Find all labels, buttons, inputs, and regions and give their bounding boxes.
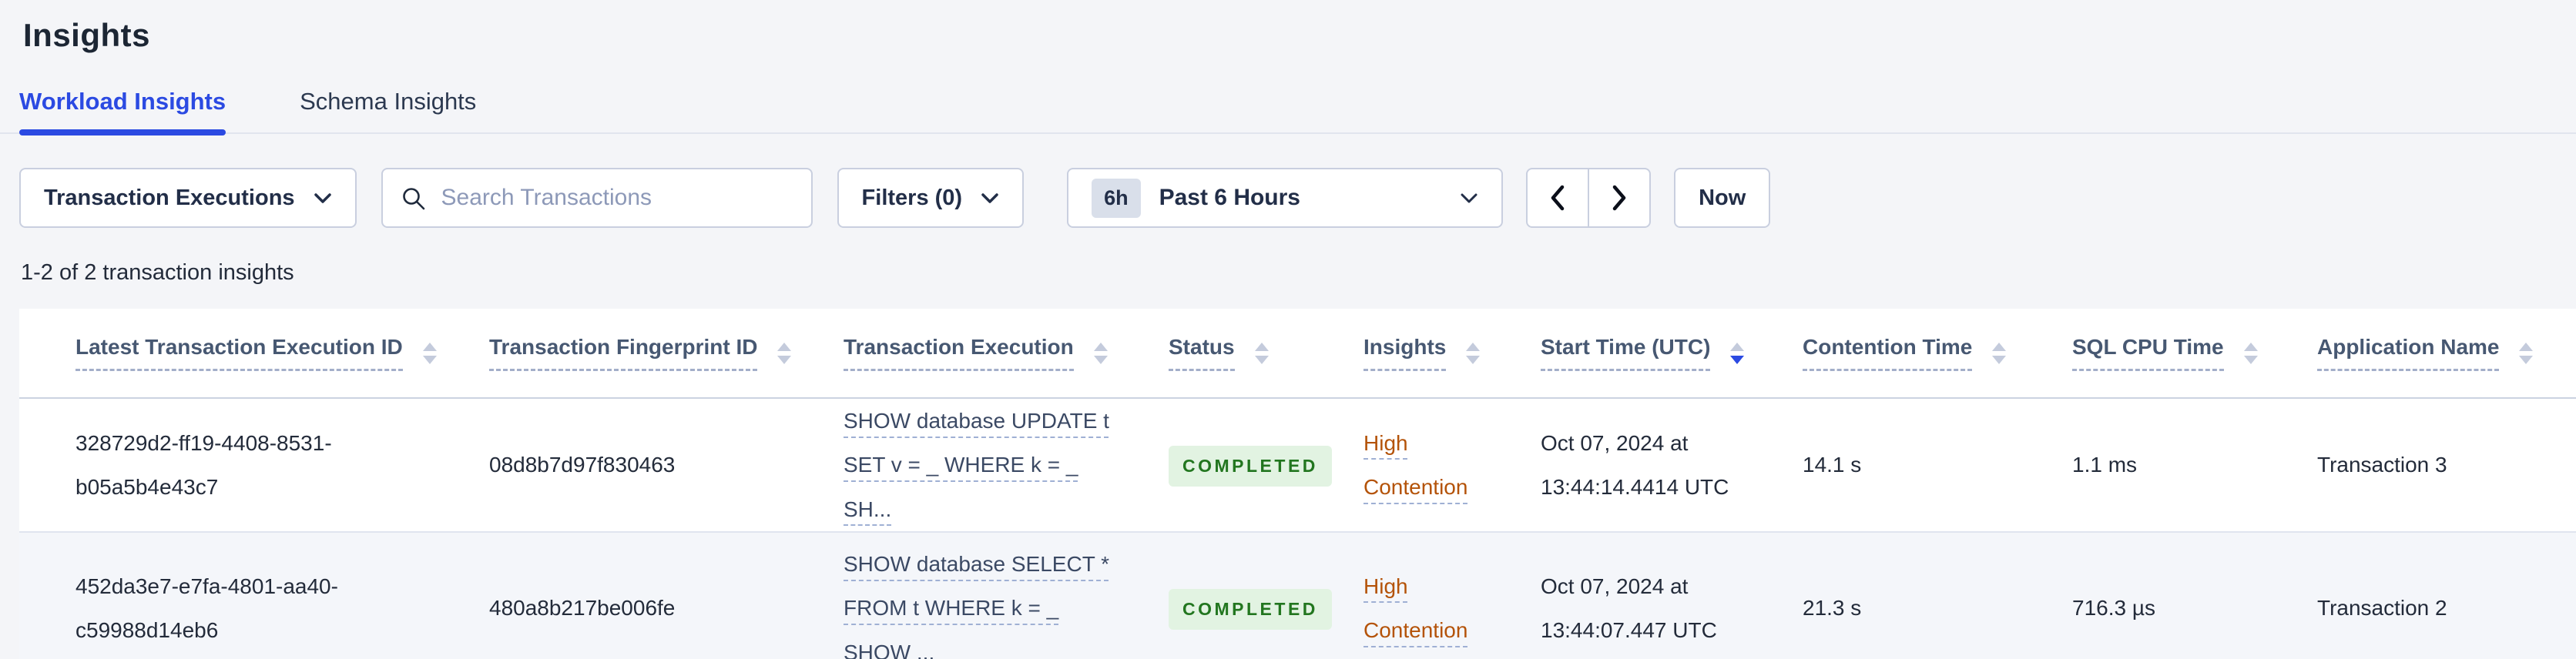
search-input[interactable] (381, 168, 813, 228)
column-header-latest-transaction-execution-id[interactable]: Latest Transaction Execution ID (19, 309, 489, 399)
cell-contention-time: 21.3 s (1803, 532, 2072, 659)
cell-fingerprint-id: 08d8b7d97f830463 (489, 398, 844, 534)
cell-insights: High Contention (1363, 532, 1541, 659)
cell-sql-cpu-time: 1.1 ms (2072, 398, 2317, 534)
insight-link[interactable]: High Contention (1363, 421, 1510, 510)
time-range-next-button[interactable] (1588, 168, 1652, 228)
column-header-insights[interactable]: Insights (1363, 309, 1541, 399)
column-header-start-time[interactable]: Start Time (UTC) (1541, 309, 1803, 399)
sort-icon (1254, 342, 1269, 364)
table-row: 328729d2-ff19-4408-8531-b05a5b4e43c7 08d… (19, 398, 2576, 534)
column-header-application-name[interactable]: Application Name (2317, 309, 2576, 399)
toolbar: Transaction Executions Filters (0) 6h Pa… (19, 168, 2576, 228)
sort-icon (2519, 342, 2534, 364)
search-icon (402, 188, 424, 210)
transaction-execution-link[interactable]: SHOW database SELECT * FROM t WHERE k = … (844, 542, 1109, 659)
page-title: Insights (23, 17, 151, 53)
sort-icon-active-desc (1730, 342, 1745, 364)
view-type-dropdown-label: Transaction Executions (44, 185, 295, 210)
column-header-transaction-fingerprint-id[interactable]: Transaction Fingerprint ID (489, 309, 844, 399)
insight-link[interactable]: High Contention (1363, 564, 1510, 653)
table-header-row: Latest Transaction Execution ID Transact… (19, 309, 2576, 399)
tab-bar: Workload Insights Schema Insights (0, 88, 2576, 135)
sort-icon (1992, 342, 2007, 364)
cell-start-time: Oct 07, 2024 at 13:44:07.447 UTC (1541, 532, 1803, 659)
chevron-left-icon (1551, 185, 1565, 211)
cell-latest-execution-id: 452da3e7-e7fa-4801-aa40-c59988d14eb6 (19, 532, 489, 659)
view-type-dropdown[interactable]: Transaction Executions (19, 168, 357, 228)
transaction-insights-table: Latest Transaction Execution ID Transact… (19, 309, 2576, 659)
cell-application-name: Transaction 3 (2317, 398, 2576, 534)
time-range-label: Past 6 Hours (1159, 185, 1300, 210)
now-button-label: Now (1699, 185, 1746, 210)
chevron-down-icon (314, 192, 331, 203)
sort-icon (777, 342, 792, 364)
cell-latest-execution-id: 328729d2-ff19-4408-8531-b05a5b4e43c7 (19, 398, 489, 534)
column-header-transaction-execution[interactable]: Transaction Execution (844, 309, 1169, 399)
transaction-execution-link[interactable]: SHOW database UPDATE t SET v = _ WHERE k… (844, 399, 1109, 531)
cell-application-name: Transaction 2 (2317, 532, 2576, 659)
results-count: 1-2 of 2 transaction insights (21, 260, 294, 285)
sort-icon (1093, 342, 1108, 364)
tab-workload-insights[interactable]: Workload Insights (19, 88, 226, 135)
now-button[interactable]: Now (1674, 168, 1771, 228)
sort-icon (1466, 342, 1481, 364)
cell-start-time: Oct 07, 2024 at 13:44:14.4414 UTC (1541, 398, 1803, 534)
chevron-down-icon (981, 192, 998, 203)
filters-button[interactable]: Filters (0) (837, 168, 1025, 228)
cell-insights: High Contention (1363, 398, 1541, 534)
sort-icon (422, 342, 437, 364)
chevron-right-icon (1612, 185, 1626, 211)
search-box (381, 168, 813, 228)
filters-button-label: Filters (0) (861, 185, 963, 210)
column-header-status[interactable]: Status (1169, 309, 1363, 399)
sort-icon (2243, 342, 2258, 364)
time-range-badge: 6h (1092, 178, 1141, 218)
time-range-nav (1526, 168, 1652, 228)
status-badge: COMPLETED (1169, 589, 1332, 631)
status-badge: COMPLETED (1169, 446, 1332, 487)
insights-table-card: Latest Transaction Execution ID Transact… (19, 309, 2576, 659)
column-header-contention-time[interactable]: Contention Time (1803, 309, 2072, 399)
cell-transaction-execution: SHOW database UPDATE t SET v = _ WHERE k… (844, 398, 1169, 534)
table-row: 452da3e7-e7fa-4801-aa40-c59988d14eb6 480… (19, 532, 2576, 659)
cell-fingerprint-id: 480a8b217be006fe (489, 532, 844, 659)
time-range-prev-button[interactable] (1526, 168, 1590, 228)
cell-sql-cpu-time: 716.3 µs (2072, 532, 2317, 659)
chevron-down-icon (1461, 193, 1478, 202)
tab-schema-insights[interactable]: Schema Insights (300, 88, 476, 132)
cell-status: COMPLETED (1169, 398, 1363, 534)
time-range-dropdown[interactable]: 6h Past 6 Hours (1067, 168, 1504, 228)
column-header-sql-cpu-time[interactable]: SQL CPU Time (2072, 309, 2317, 399)
cell-transaction-execution: SHOW database SELECT * FROM t WHERE k = … (844, 532, 1169, 659)
cell-status: COMPLETED (1169, 532, 1363, 659)
cell-contention-time: 14.1 s (1803, 398, 2072, 534)
